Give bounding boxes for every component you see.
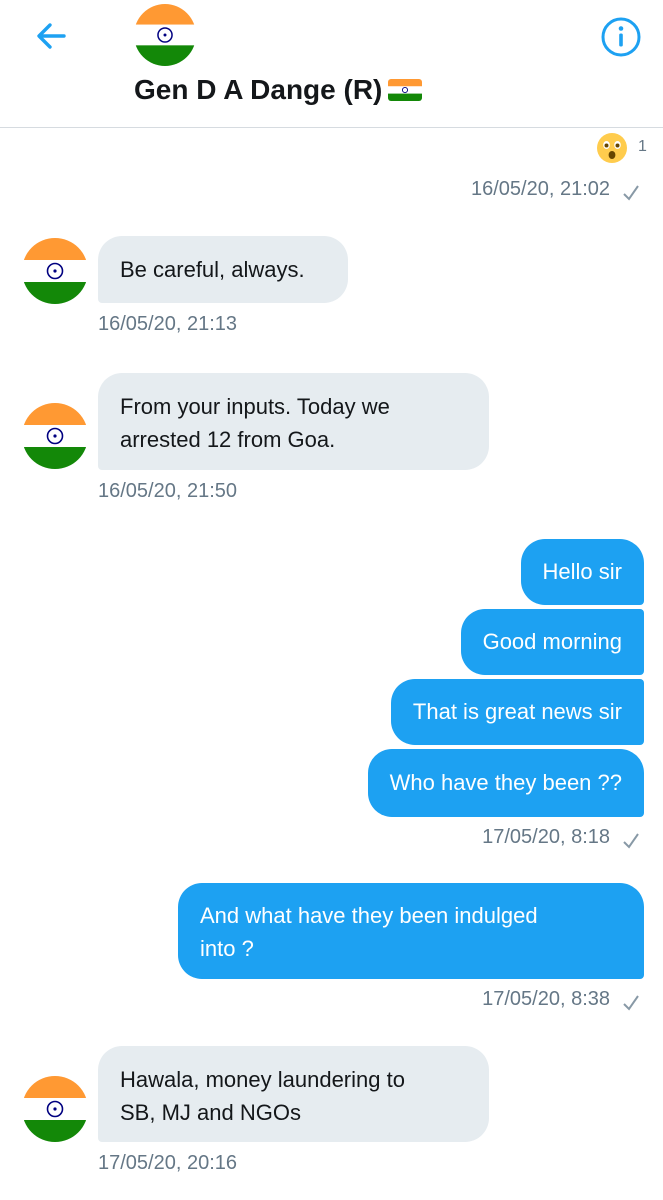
arrow-left-icon [37, 23, 66, 49]
message-text-line: And what have they been indulged [200, 903, 538, 928]
back-button[interactable] [30, 14, 74, 58]
india-flag-emoji-icon [388, 79, 423, 101]
contact-avatar[interactable] [134, 4, 196, 66]
outgoing-message-bubble[interactable]: And what have they been indulged into ? [178, 883, 644, 979]
contact-name: Gen D A Dange (R) [134, 74, 423, 106]
message-text-line: into ? [200, 936, 254, 961]
reaction-emoji-icon[interactable] [596, 132, 628, 164]
message-text-line: Good morning [482, 629, 622, 654]
sender-avatar[interactable] [22, 1076, 88, 1142]
outgoing-message-bubble[interactable]: Good morning [460, 609, 644, 675]
sent-check-icon [623, 185, 639, 201]
sender-avatar[interactable] [22, 403, 88, 469]
message-text-line: That is great news sir [412, 699, 622, 724]
message-text-line: Hawala, money laundering to [120, 1067, 405, 1092]
message-text-line: arrested 12 from Goa. [120, 427, 336, 452]
sent-check-icon [623, 995, 639, 1011]
sent-check-icon [623, 833, 639, 849]
message-text-line: Who have they been ?? [389, 770, 622, 795]
conversation-header: Gen D A Dange (R) [0, 0, 663, 128]
contact-name-text: Gen D A Dange (R) [134, 74, 383, 105]
sender-avatar[interactable] [22, 238, 88, 304]
india-flag-avatar-icon [134, 4, 196, 66]
message-timestamp: 17/05/20, 8:18 [482, 826, 610, 848]
outgoing-message-bubble[interactable]: That is great news sir [390, 679, 644, 745]
reaction-count: 1 [638, 138, 647, 155]
info-icon [601, 17, 641, 57]
incoming-message-bubble[interactable]: Hawala, money laundering to SB, MJ and N… [98, 1046, 489, 1142]
message-text-line: SB, MJ and NGOs [120, 1100, 301, 1125]
message-text-line: From your inputs. Today we [120, 394, 390, 419]
incoming-message-bubble[interactable]: Be careful, always. [98, 236, 348, 303]
message-text-line: Hello sir [542, 559, 622, 584]
info-button[interactable] [598, 14, 644, 60]
outgoing-message-bubble[interactable]: Who have they been ?? [367, 749, 644, 817]
message-timestamp: 17/05/20, 8:38 [482, 988, 610, 1010]
message-timestamp: 16/05/20, 21:13 [98, 313, 238, 335]
message-timestamp: 16/05/20, 21:50 [98, 480, 238, 502]
incoming-message-bubble[interactable]: From your inputs. Today we arrested 12 f… [98, 373, 489, 470]
message-text-line: Be careful, always. [120, 257, 305, 282]
outgoing-message-bubble[interactable]: Hello sir [520, 539, 644, 605]
message-timestamp: 16/05/20, 21:02 [470, 178, 610, 200]
message-timestamp: 17/05/20, 20:16 [98, 1152, 238, 1174]
